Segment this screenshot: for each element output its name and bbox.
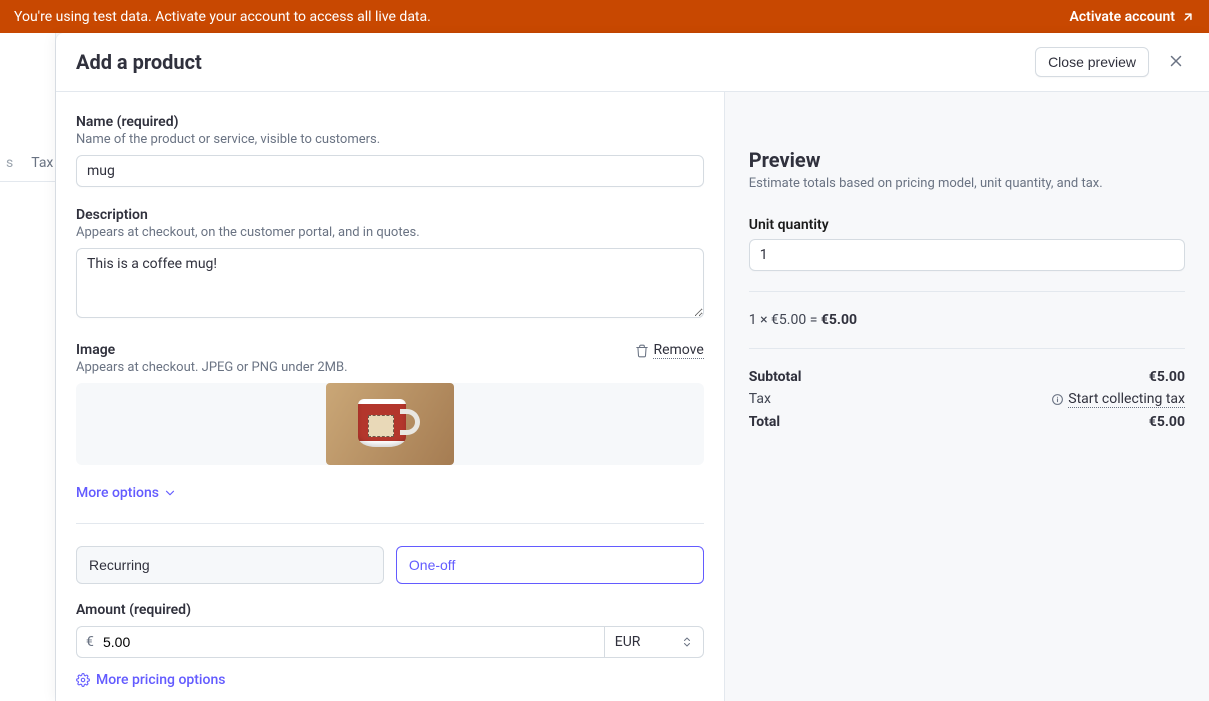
background-tab-partial: s [6, 155, 13, 171]
description-input[interactable] [76, 248, 704, 318]
banner-message: You're using test data. Activate your ac… [14, 9, 431, 25]
section-divider [76, 523, 704, 524]
pricing-oneoff-button[interactable]: One-off [396, 546, 704, 584]
calc-total: €5.00 [821, 312, 857, 328]
name-input[interactable] [76, 155, 704, 187]
amount-label: Amount (required) [76, 602, 704, 618]
preview-divider-1 [749, 291, 1185, 292]
subtotal-value: €5.00 [1149, 369, 1185, 385]
activate-account-link[interactable]: Activate account [1069, 9, 1195, 25]
preview-divider-2 [749, 348, 1185, 349]
calc-prefix: 1 × €5.00 = [749, 312, 821, 328]
tax-row: Tax Start collecting tax [749, 391, 1185, 408]
tax-cta-label: Start collecting tax [1068, 391, 1185, 408]
background-tab-tax: Tax [31, 155, 53, 171]
pricing-type-segmented: Recurring One-off [76, 546, 704, 584]
gear-icon [76, 673, 90, 687]
more-options-label: More options [76, 485, 159, 501]
remove-image-button[interactable]: Remove [635, 342, 703, 359]
currency-value: EUR [615, 634, 641, 650]
image-hint: Appears at checkout. JPEG or PNG under 2… [76, 360, 348, 375]
description-hint: Appears at checkout, on the customer por… [76, 225, 704, 240]
name-hint: Name of the product or service, visible … [76, 132, 704, 147]
calc-line: 1 × €5.00 = €5.00 [749, 312, 1185, 328]
currency-symbol: € [86, 634, 94, 650]
tax-label: Tax [749, 391, 771, 408]
more-options-toggle[interactable]: More options [76, 485, 704, 501]
subtotal-row: Subtotal €5.00 [749, 369, 1185, 385]
pricing-recurring-button[interactable]: Recurring [76, 546, 384, 584]
name-field: Name (required) Name of the product or s… [76, 114, 704, 187]
image-thumbnail [326, 383, 454, 465]
total-row: Total €5.00 [749, 414, 1185, 430]
description-label: Description [76, 207, 704, 223]
external-link-icon [1181, 10, 1195, 24]
background-chrome: s Tax [0, 33, 56, 701]
total-value: €5.00 [1149, 414, 1185, 430]
preview-subtitle: Estimate totals based on pricing model, … [749, 176, 1185, 191]
unit-quantity-label: Unit quantity [749, 217, 1185, 233]
close-modal-button[interactable] [1163, 48, 1189, 77]
trash-icon [635, 344, 649, 358]
more-pricing-options-button[interactable]: More pricing options [76, 672, 704, 688]
remove-image-label: Remove [653, 342, 703, 359]
add-product-modal: Add a product Close preview Name (requir… [56, 33, 1209, 701]
modal-header: Add a product Close preview [56, 33, 1209, 92]
unit-quantity-input[interactable] [749, 239, 1185, 271]
currency-select[interactable]: EUR [604, 626, 704, 658]
description-field: Description Appears at checkout, on the … [76, 207, 704, 322]
preview-column: Preview Estimate totals based on pricing… [725, 92, 1209, 701]
info-icon [1051, 393, 1064, 406]
close-icon [1167, 52, 1185, 70]
start-collecting-tax-link[interactable]: Start collecting tax [1051, 391, 1185, 408]
amount-input[interactable] [76, 626, 604, 658]
close-preview-button[interactable]: Close preview [1035, 47, 1149, 77]
totals-block: Subtotal €5.00 Tax Start collecting tax … [749, 369, 1185, 430]
image-field: Image Appears at checkout. JPEG or PNG u… [76, 342, 704, 465]
more-pricing-label: More pricing options [96, 672, 225, 688]
chevron-down-icon [163, 486, 177, 500]
activate-account-label: Activate account [1069, 9, 1175, 25]
modal-title: Add a product [76, 50, 202, 74]
amount-field: Amount (required) € EUR [76, 602, 704, 658]
preview-title: Preview [749, 148, 1185, 172]
select-chevrons-icon [681, 636, 693, 648]
image-label: Image [76, 342, 348, 358]
test-mode-banner: You're using test data. Activate your ac… [0, 0, 1209, 33]
form-column: Name (required) Name of the product or s… [56, 92, 725, 701]
total-label: Total [749, 414, 780, 430]
name-label: Name (required) [76, 114, 704, 130]
mug-image [358, 399, 422, 449]
subtotal-label: Subtotal [749, 369, 802, 385]
image-dropzone[interactable] [76, 383, 704, 465]
